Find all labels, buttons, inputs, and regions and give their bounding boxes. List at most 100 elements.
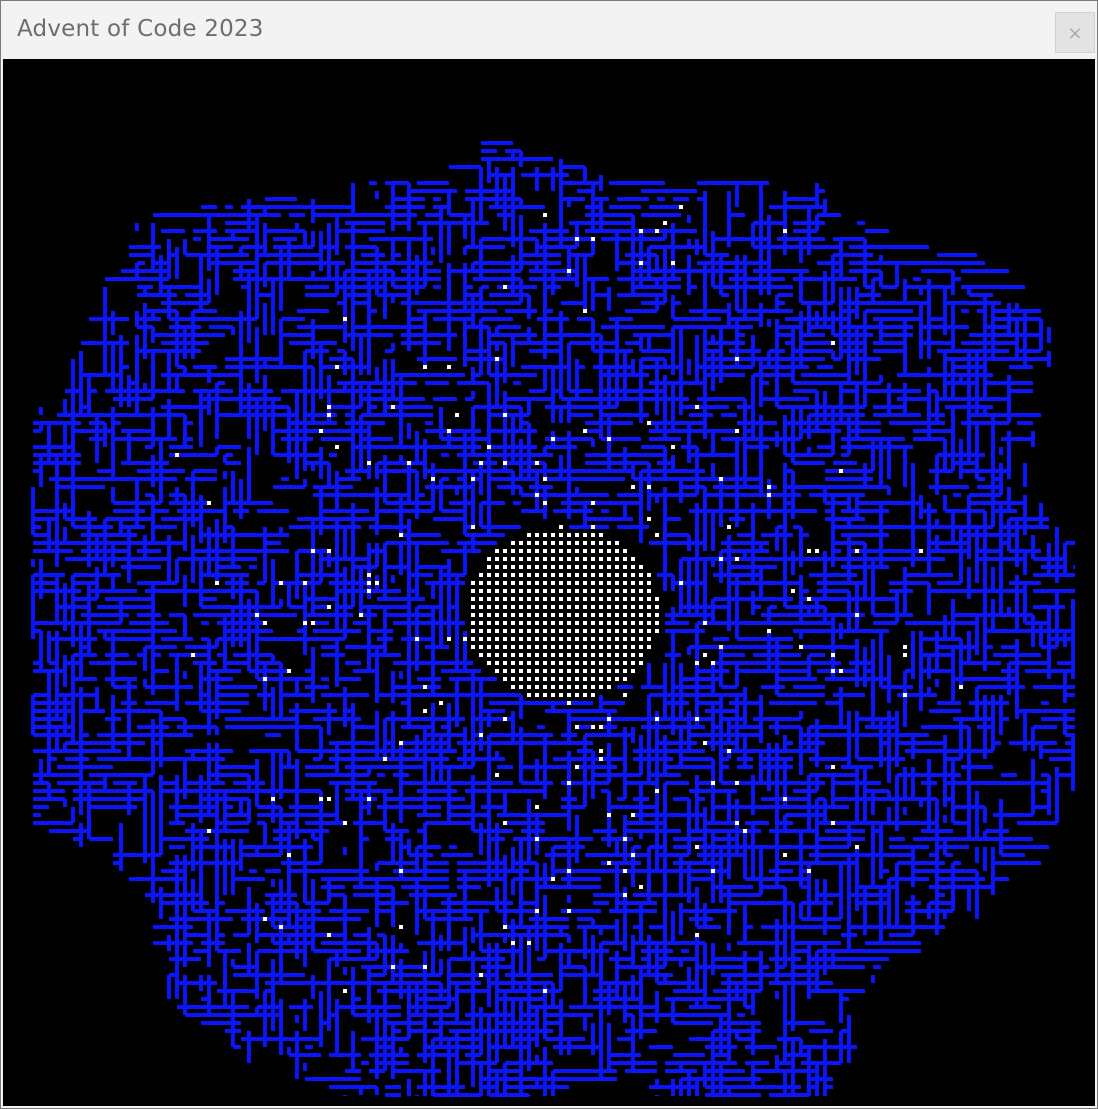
- enclosed-tile: [495, 773, 499, 777]
- enclosed-tile: [767, 485, 771, 489]
- enclosed-tile: [535, 461, 539, 465]
- enclosed-tile: [535, 581, 539, 585]
- enclosed-tile: [567, 669, 571, 673]
- enclosed-tile: [831, 341, 835, 345]
- enclosed-tile: [607, 861, 611, 865]
- enclosed-tile: [639, 565, 643, 569]
- enclosed-tile: [807, 869, 811, 873]
- enclosed-tile: [271, 797, 275, 801]
- enclosed-tile: [719, 645, 723, 649]
- enclosed-tile: [583, 693, 587, 697]
- enclosed-tile: [631, 605, 635, 609]
- enclosed-tile: [591, 533, 595, 537]
- enclosed-tile: [583, 645, 587, 649]
- enclosed-tile: [631, 565, 635, 569]
- title-bar[interactable]: Advent of Code 2023 ×: [1, 1, 1097, 58]
- enclosed-tile: [583, 637, 587, 641]
- enclosed-tile: [583, 621, 587, 625]
- enclosed-tile: [855, 845, 859, 849]
- enclosed-tile: [527, 693, 531, 697]
- enclosed-tile: [511, 941, 515, 945]
- enclosed-tile: [631, 661, 635, 665]
- enclosed-tile: [599, 549, 603, 553]
- enclosed-tile: [559, 597, 563, 601]
- enclosed-tile: [543, 573, 547, 577]
- enclosed-tile: [599, 581, 603, 585]
- enclosed-tile: [607, 589, 611, 593]
- enclosed-tile: [599, 557, 603, 561]
- enclosed-tile: [663, 221, 667, 225]
- enclosed-tile: [255, 613, 259, 617]
- enclosed-tile: [591, 605, 595, 609]
- enclosed-tile: [631, 813, 635, 817]
- enclosed-tile: [543, 213, 547, 217]
- enclosed-tile: [543, 661, 547, 665]
- enclosed-tile: [615, 669, 619, 673]
- enclosed-tile: [527, 669, 531, 673]
- enclosed-tile: [831, 653, 835, 657]
- enclosed-tile: [543, 613, 547, 617]
- enclosed-tile: [671, 445, 675, 449]
- enclosed-tile: [607, 629, 611, 633]
- enclosed-tile: [543, 677, 547, 681]
- enclosed-tile: [471, 477, 475, 481]
- enclosed-tile: [503, 621, 507, 625]
- enclosed-tile: [783, 797, 787, 801]
- enclosed-tile: [503, 717, 507, 721]
- enclosed-tile: [447, 429, 451, 433]
- enclosed-tile: [471, 581, 475, 585]
- enclosed-tile: [543, 565, 547, 569]
- enclosed-tile: [567, 909, 571, 913]
- enclosed-tile: [655, 629, 659, 633]
- enclosed-tile: [527, 589, 531, 593]
- enclosed-tile: [647, 621, 651, 625]
- enclosed-tile: [495, 549, 499, 553]
- enclosed-tile: [623, 661, 627, 665]
- enclosed-tile: [527, 581, 531, 585]
- enclosed-tile: [575, 237, 579, 241]
- enclosed-tile: [623, 589, 627, 593]
- enclosed-tile: [327, 405, 331, 409]
- enclosed-tile: [735, 821, 739, 825]
- enclosed-tile: [567, 693, 571, 697]
- enclosed-tile: [903, 653, 907, 657]
- enclosed-tile: [735, 357, 739, 361]
- enclosed-tile: [407, 461, 411, 465]
- enclosed-tile: [591, 621, 595, 625]
- enclosed-tile: [551, 573, 555, 577]
- enclosed-tile: [639, 645, 643, 649]
- enclosed-tile: [327, 933, 331, 937]
- enclosed-tile: [527, 533, 531, 537]
- enclosed-tile: [559, 629, 563, 633]
- enclosed-tile: [535, 653, 539, 657]
- enclosed-tile: [551, 661, 555, 665]
- enclosed-tile: [559, 565, 563, 569]
- enclosed-tile: [607, 541, 611, 545]
- enclosed-tile: [535, 645, 539, 649]
- enclosed-tile: [527, 645, 531, 649]
- enclosed-tile: [583, 549, 587, 553]
- enclosed-tile: [551, 549, 555, 553]
- enclosed-tile: [583, 685, 587, 689]
- enclosed-tile: [559, 581, 563, 585]
- enclosed-tile: [543, 693, 547, 697]
- enclosed-tile: [535, 597, 539, 601]
- enclosed-tile: [719, 557, 723, 561]
- enclosed-tile: [535, 493, 539, 497]
- enclosed-tile: [551, 589, 555, 593]
- enclosed-tile: [479, 597, 483, 601]
- enclosed-tile: [527, 613, 531, 617]
- enclosed-tile: [527, 549, 531, 553]
- enclosed-tile: [639, 573, 643, 577]
- enclosed-tile: [343, 989, 347, 993]
- enclosed-tile: [599, 653, 603, 657]
- enclosed-tile: [487, 661, 491, 665]
- enclosed-tile: [575, 613, 579, 617]
- enclosed-tile: [567, 581, 571, 585]
- enclosed-tile: [567, 629, 571, 633]
- enclosed-tile: [639, 605, 643, 609]
- close-button[interactable]: ×: [1055, 12, 1095, 53]
- enclosed-tile: [695, 933, 699, 937]
- enclosed-tile: [855, 613, 859, 617]
- enclosed-tile: [519, 685, 523, 689]
